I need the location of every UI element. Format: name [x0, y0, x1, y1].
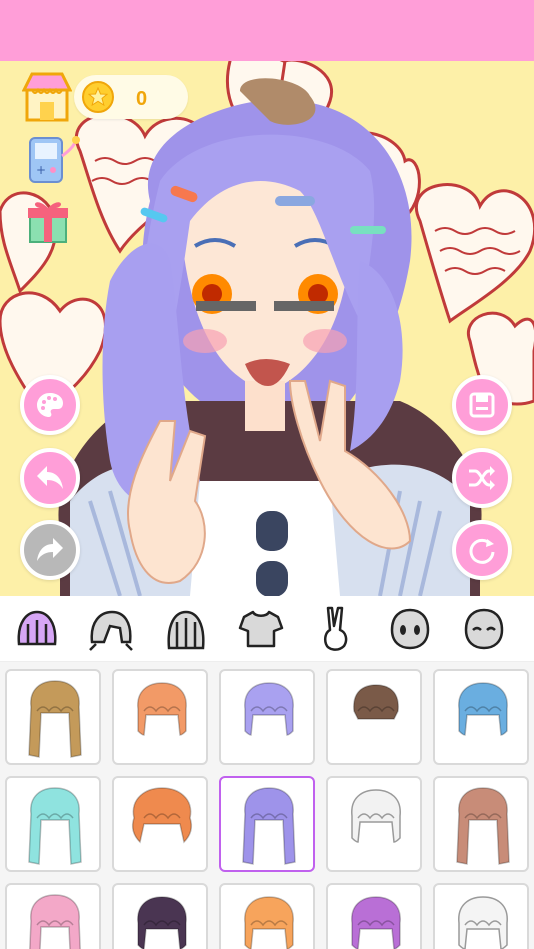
hair-option[interactable]: [5, 669, 101, 765]
hair-option[interactable]: [5, 883, 101, 949]
hair-option[interactable]: [112, 776, 208, 872]
svg-text:+: +: [36, 163, 46, 177]
palette-button[interactable]: [20, 375, 80, 435]
shirt-icon: [238, 610, 284, 648]
star-coin-icon: [82, 81, 114, 113]
category-tabs: [0, 596, 534, 662]
hair-back-icon: [89, 610, 133, 651]
hair-preview-icon: [137, 896, 187, 949]
hair-options-grid: [0, 662, 534, 949]
hair-option[interactable]: [326, 776, 422, 872]
undo-button[interactable]: [20, 448, 80, 508]
hair-option[interactable]: [219, 776, 315, 872]
hair-option[interactable]: [433, 776, 529, 872]
hair-option[interactable]: [112, 669, 208, 765]
app-root: + 0: [0, 0, 534, 949]
pose-hand-icon: [323, 606, 348, 651]
hair-preview-icon: [242, 787, 296, 865]
hair-preview-icon: [28, 787, 82, 865]
coin-count: 0: [136, 88, 148, 110]
tab-hair-long[interactable]: [161, 604, 211, 654]
hair-preview-icon: [351, 789, 401, 843]
tab-face-extra[interactable]: [459, 604, 509, 654]
hair-option[interactable]: [326, 669, 422, 765]
tab-face[interactable]: [385, 604, 435, 654]
redo-button[interactable]: [20, 520, 80, 580]
hair-preview-icon: [29, 894, 81, 949]
top-bar: [0, 0, 534, 61]
hair-preview-icon: [458, 896, 508, 949]
coin-balance-pill: [74, 75, 188, 119]
hair-option[interactable]: [219, 669, 315, 765]
hair-option[interactable]: [433, 669, 529, 765]
save-button[interactable]: [452, 375, 512, 435]
character-stage: + 0: [0, 61, 534, 596]
hair-option[interactable]: [219, 883, 315, 949]
hair-option[interactable]: [326, 883, 422, 949]
hair-option[interactable]: [433, 883, 529, 949]
gift-icon[interactable]: [26, 196, 70, 244]
tab-hair-front[interactable]: [12, 604, 62, 654]
tab-hair-back[interactable]: [86, 604, 136, 654]
undo-icon: [37, 466, 63, 489]
hair-preview-icon: [137, 682, 187, 736]
shuffle-button[interactable]: [452, 448, 512, 508]
shuffle-icon: [469, 466, 495, 490]
hair-preview-icon: [244, 896, 294, 949]
hair-preview-icon: [353, 684, 399, 720]
face-blush-icon: [464, 608, 504, 650]
face-icon: [390, 608, 430, 650]
reset-button[interactable]: [452, 520, 512, 580]
shop-icon[interactable]: [21, 70, 73, 122]
hair-preview-icon: [28, 680, 82, 758]
hair-long-icon: [167, 610, 205, 650]
hair-preview-icon: [244, 682, 294, 736]
hair-front-icon: [17, 610, 57, 646]
hair-preview-icon: [131, 787, 193, 844]
tab-pose[interactable]: [310, 604, 360, 654]
hair-preview-icon: [351, 896, 401, 949]
game-console-icon[interactable]: +: [26, 136, 82, 186]
reset-icon: [469, 538, 495, 564]
save-icon: [469, 392, 495, 418]
palette-icon: [37, 393, 63, 417]
hair-option[interactable]: [5, 776, 101, 872]
hair-preview-icon: [456, 787, 510, 865]
tab-outfit[interactable]: [236, 604, 286, 654]
hair-preview-icon: [458, 682, 508, 736]
hair-option[interactable]: [112, 883, 208, 949]
redo-icon: [37, 538, 63, 561]
